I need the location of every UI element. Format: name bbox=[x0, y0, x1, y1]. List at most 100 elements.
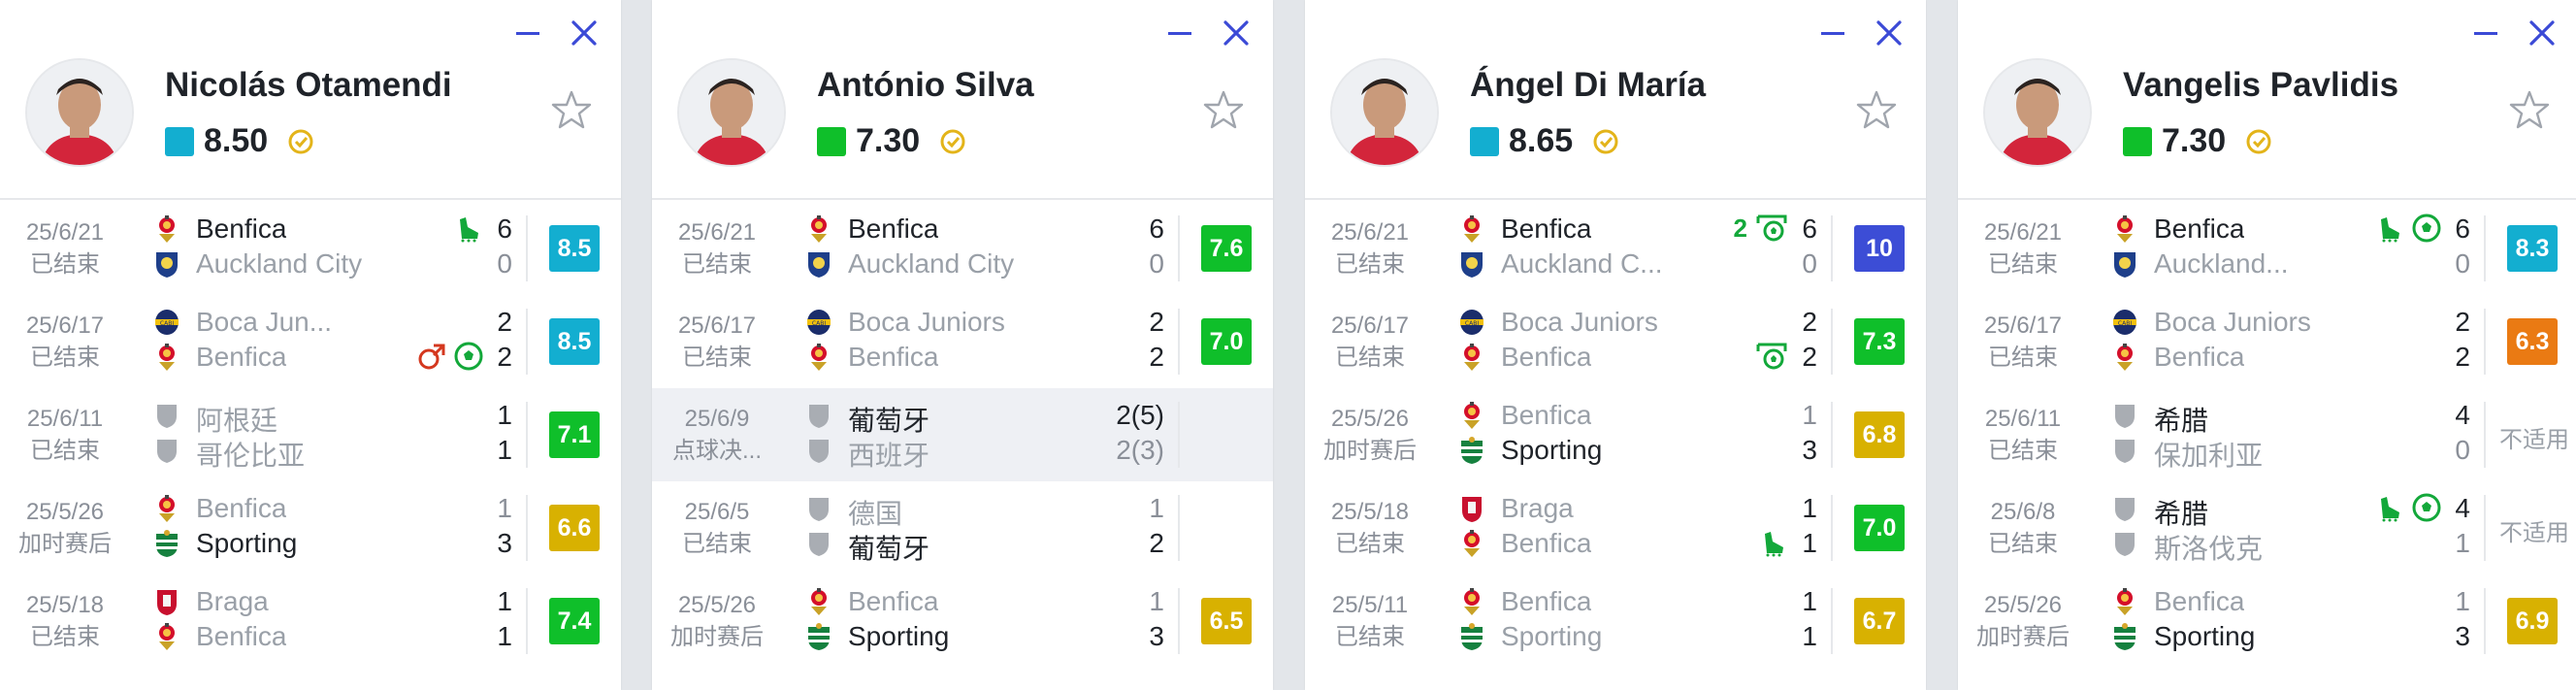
away-score: 2 bbox=[1802, 342, 1817, 372]
away-score: 3 bbox=[1149, 621, 1164, 651]
player-photo bbox=[679, 60, 784, 165]
minimize-icon bbox=[1821, 32, 1844, 35]
favorite-star-icon bbox=[2509, 90, 2550, 129]
header-divider bbox=[652, 198, 1273, 200]
away-team-name: Auckland C... bbox=[1501, 248, 1663, 279]
boot-assist-icon bbox=[2381, 497, 2399, 522]
away-team-name: Sporting bbox=[1501, 621, 1603, 651]
away-team-crest bbox=[1458, 529, 1485, 558]
match-rating-badge: 8.5 bbox=[549, 225, 600, 272]
benfica-crest-icon bbox=[1464, 530, 1480, 557]
match-row[interactable]: 25/6/17 已结束 CABJ Boca Juniors Benfica 2 2 6.3 bbox=[1958, 295, 2576, 388]
benfica-crest-icon bbox=[1464, 588, 1480, 615]
away-team-name: Sporting bbox=[848, 621, 950, 651]
home-team-name: 葡萄牙 bbox=[848, 406, 930, 436]
match-status: 加时赛后 bbox=[670, 624, 764, 650]
minimize-button[interactable] bbox=[2470, 17, 2501, 49]
away-score: 2 bbox=[1149, 342, 1164, 372]
minimize-button[interactable] bbox=[1817, 17, 1848, 49]
match-row[interactable]: 25/5/26 加时赛后 Benfica Sporting 1 3 6.6 bbox=[0, 481, 621, 575]
player-avatar[interactable] bbox=[1983, 58, 2092, 167]
home-team-name: Boca Juniors bbox=[2154, 307, 2311, 337]
minimize-icon bbox=[2474, 32, 2497, 35]
match-row[interactable]: 25/6/21 已结束 Benfica Auckland C... 2 6 0 10 bbox=[1305, 202, 1926, 295]
player-avatar[interactable] bbox=[1330, 58, 1439, 167]
match-date-block: 25/6/21 已结束 bbox=[1958, 219, 2088, 279]
match-row[interactable]: 25/6/5 已结束 德国 葡萄牙 1 2 bbox=[652, 481, 1273, 575]
close-button[interactable] bbox=[1221, 17, 1252, 49]
home-score: 1 bbox=[1149, 586, 1164, 616]
rating-separator bbox=[526, 495, 528, 561]
close-button[interactable] bbox=[2527, 17, 2558, 49]
match-row[interactable]: 25/5/18 已结束 Braga Benfica 1 1 7.0 bbox=[1305, 481, 1926, 575]
home-team-crest bbox=[153, 494, 180, 523]
match-rating-badge: 6.6 bbox=[549, 505, 600, 551]
match-row[interactable]: 25/5/18 已结束 Braga Benfica 1 1 7.4 bbox=[0, 575, 621, 668]
match-row[interactable]: 25/6/21 已结束 Benfica Auckland City 6 0 8.5 bbox=[0, 202, 621, 295]
minimize-button[interactable] bbox=[512, 17, 543, 49]
match-date: 25/6/17 bbox=[677, 312, 757, 339]
home-score: 1 bbox=[1802, 493, 1817, 523]
match-row[interactable]: 25/5/26 加时赛后 Benfica Sporting 1 3 6.5 bbox=[652, 575, 1273, 668]
match-row[interactable]: 25/6/17 已结束 CABJ Boca Jun... Benfica 2 2 8.5 bbox=[0, 295, 621, 388]
home-team-name: Braga bbox=[1501, 493, 1574, 523]
home-score: 6 bbox=[1149, 214, 1164, 244]
match-row[interactable]: 25/6/17 已结束 CABJ Boca Juniors Benfica 2 2 7.3 bbox=[1305, 295, 1926, 388]
match-row[interactable]: 25/6/21 已结束 Benfica Auckland City 6 0 7.6 bbox=[652, 202, 1273, 295]
rating-separator bbox=[2484, 588, 2486, 654]
match-status: 加时赛后 bbox=[1976, 624, 2070, 650]
generic-shield-icon bbox=[809, 498, 829, 521]
boca-juniors-crest-icon: CABJ bbox=[155, 310, 179, 335]
rating-separator bbox=[1178, 215, 1180, 281]
match-list: 25/6/21 已结束 Benfica Auckland City 6 0 7.6 25… bbox=[652, 202, 1273, 668]
close-button[interactable] bbox=[569, 17, 600, 49]
sporting-crest-icon bbox=[2114, 623, 2136, 650]
match-row[interactable]: 25/6/21 已结束 Benfica Auckland... 6 0 8.3 bbox=[1958, 202, 2576, 295]
player-avatar[interactable] bbox=[25, 58, 134, 167]
home-team-name: Benfica bbox=[848, 214, 939, 244]
match-row[interactable]: 25/6/11 已结束 希腊 保加利亚 4 0 不适用 bbox=[1958, 388, 2576, 481]
match-date: 25/5/26 bbox=[25, 499, 105, 525]
home-score: 1 bbox=[1802, 400, 1817, 430]
home-team-crest bbox=[2111, 494, 2138, 523]
favorite-button[interactable] bbox=[551, 89, 592, 130]
match-date: 25/5/26 bbox=[1983, 592, 2063, 618]
player-avatar[interactable] bbox=[677, 58, 786, 167]
home-team-crest bbox=[153, 587, 180, 616]
match-date: 25/6/17 bbox=[1983, 312, 2063, 339]
favorite-button[interactable] bbox=[1203, 89, 1244, 130]
player-name[interactable]: Ángel Di María bbox=[1470, 66, 1706, 105]
card-controls bbox=[1164, 17, 1252, 49]
match-row[interactable]: 25/6/17 已结束 CABJ Boca Juniors Benfica 2 2 7.0 bbox=[652, 295, 1273, 388]
home-team-crest bbox=[805, 401, 832, 430]
close-icon bbox=[571, 20, 597, 46]
rating-separator bbox=[526, 588, 528, 654]
match-row[interactable]: 25/6/11 已结束 阿根廷 哥伦比亚 1 1 7.1 bbox=[0, 388, 621, 481]
boot-assist-icon bbox=[2381, 217, 2399, 243]
favorite-button[interactable] bbox=[2509, 89, 2550, 130]
braga-crest-icon bbox=[157, 590, 177, 615]
match-row[interactable]: 25/6/9 点球决... 葡萄牙 西班牙 2(5) 2(3) bbox=[652, 388, 1273, 481]
rating-separator bbox=[1178, 309, 1180, 375]
close-button[interactable] bbox=[1874, 17, 1905, 49]
match-date-block: 25/6/17 已结束 bbox=[0, 312, 130, 372]
match-status: 已结束 bbox=[1988, 438, 2058, 464]
away-score: 0 bbox=[2455, 435, 2470, 465]
player-name[interactable]: Vangelis Pavlidis bbox=[2123, 66, 2398, 105]
away-team-crest bbox=[2111, 343, 2138, 372]
away-team-crest bbox=[2111, 436, 2138, 465]
match-row[interactable]: 25/6/8 已结束 希腊 斯洛伐克 4 1 不适用 bbox=[1958, 481, 2576, 575]
away-team-name: Sporting bbox=[1501, 435, 1603, 465]
benfica-crest-icon bbox=[159, 495, 175, 522]
match-rating-badge: 7.4 bbox=[549, 598, 600, 644]
match-row[interactable]: 25/5/11 已结束 Benfica Sporting 1 1 6.7 bbox=[1305, 575, 1926, 668]
player-name[interactable]: António Silva bbox=[817, 66, 1034, 105]
player-name[interactable]: Nicolás Otamendi bbox=[165, 66, 452, 105]
minimize-button[interactable] bbox=[1164, 17, 1195, 49]
away-team-crest bbox=[1458, 343, 1485, 372]
match-row[interactable]: 25/5/26 加时赛后 Benfica Sporting 1 3 6.8 bbox=[1305, 388, 1926, 481]
match-row[interactable]: 25/5/26 加时赛后 Benfica Sporting 1 3 6.9 bbox=[1958, 575, 2576, 668]
home-score: 1 bbox=[1802, 586, 1817, 616]
close-icon bbox=[1876, 20, 1902, 46]
favorite-button[interactable] bbox=[1856, 89, 1897, 130]
